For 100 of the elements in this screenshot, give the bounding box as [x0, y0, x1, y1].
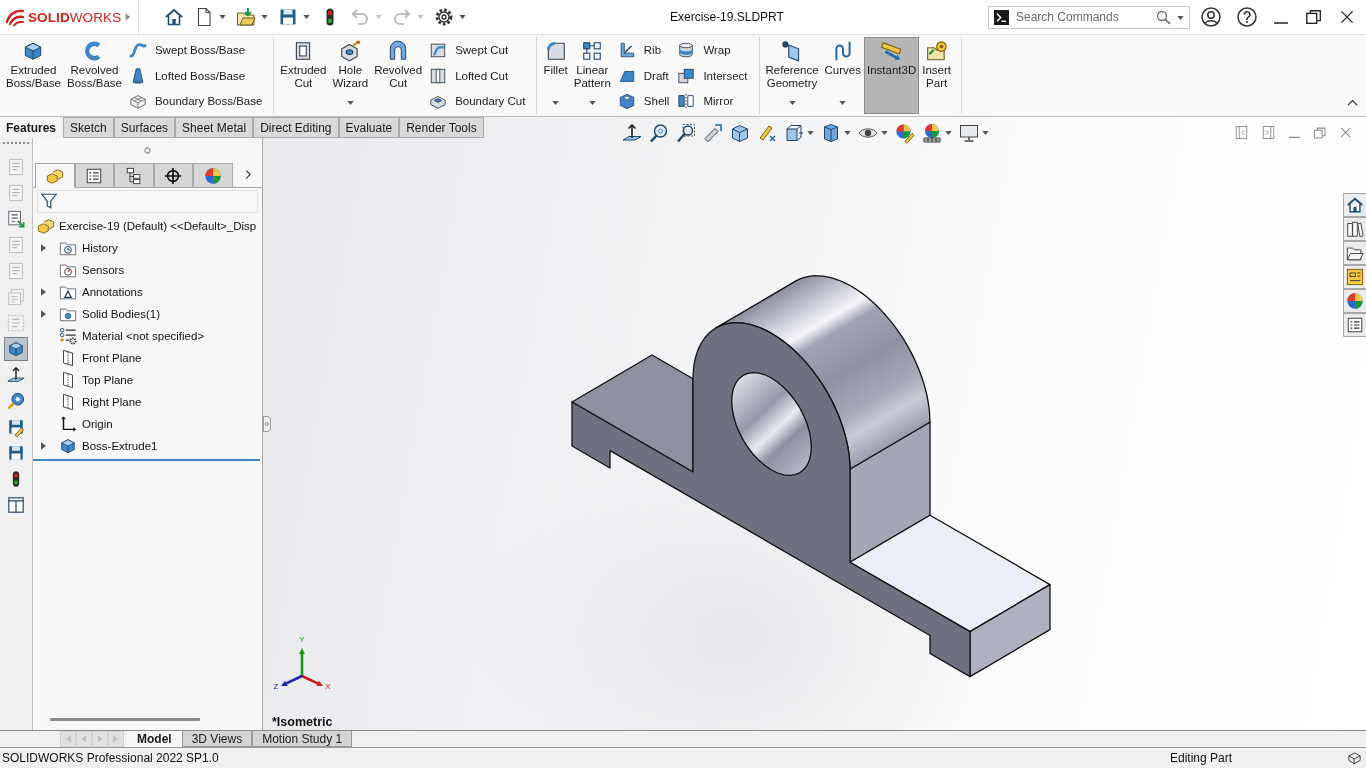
- panel-tab[interactable]: [153, 163, 193, 188]
- floppy-icon[interactable]: [278, 7, 298, 27]
- command-button[interactable]: Swept Cut: [425, 37, 530, 63]
- command-button[interactable]: Lofted Cut: [425, 62, 530, 89]
- tree-item[interactable]: Material <not specified>: [82, 330, 205, 342]
- shaded-box-icon[interactable]: [821, 123, 841, 143]
- sliced-box-icon[interactable]: [730, 123, 750, 143]
- chevron-right-icon[interactable]: [243, 168, 254, 181]
- tree-item[interactable]: Annotations: [82, 286, 143, 298]
- command-tab[interactable]: Surfaces: [113, 117, 176, 138]
- caret-icon[interactable]: [982, 131, 989, 135]
- expand-arrow-icon[interactable]: [41, 310, 46, 318]
- caret-icon[interactable]: [219, 15, 226, 19]
- help-icon[interactable]: [1237, 7, 1257, 27]
- command-button[interactable]: Revolved Cut: [371, 37, 426, 114]
- caret-icon[interactable]: [881, 131, 888, 135]
- command-button[interactable]: Extruded Boss/Base: [3, 37, 64, 114]
- arrow-on-plane-icon[interactable]: [622, 123, 642, 143]
- caret-icon[interactable]: [945, 131, 952, 135]
- color-ball-grid-icon[interactable]: [922, 123, 942, 143]
- grip-dot-icon[interactable]: [144, 146, 151, 154]
- caret-icon[interactable]: [459, 15, 466, 19]
- command-button[interactable]: Instant3D: [864, 37, 920, 114]
- command-button[interactable]: Reference Geometry: [762, 37, 822, 114]
- books-icon[interactable]: [1343, 217, 1366, 241]
- command-tab[interactable]: Render Tools: [399, 117, 484, 138]
- command-button[interactable]: Intersect: [673, 62, 752, 89]
- tile-right-icon[interactable]: [1261, 125, 1276, 140]
- caret-icon[interactable]: [807, 131, 814, 135]
- caret-icon[interactable]: [588, 101, 596, 105]
- caret-icon[interactable]: [552, 101, 560, 105]
- close-icon[interactable]: [1339, 9, 1355, 25]
- tile-left-icon[interactable]: [1234, 125, 1249, 140]
- command-button[interactable]: Linear Pattern: [570, 37, 614, 114]
- tree-item[interactable]: Top Plane: [82, 374, 134, 386]
- command-button[interactable]: Revolved Boss/Base: [63, 37, 125, 114]
- part-model[interactable]: [571, 275, 1051, 678]
- filter-field[interactable]: [37, 190, 258, 213]
- command-tab[interactable]: Direct Editing: [253, 117, 339, 138]
- command-button[interactable]: Draft: [613, 62, 674, 89]
- command-button[interactable]: Curves: [821, 37, 864, 114]
- monitor-icon[interactable]: [959, 123, 979, 143]
- search-icon[interactable]: [1156, 9, 1171, 25]
- search-field[interactable]: Search Commands: [988, 5, 1190, 29]
- command-button[interactable]: Rib: [613, 37, 674, 63]
- caret-icon[interactable]: [261, 15, 268, 19]
- house-icon[interactable]: [164, 7, 184, 27]
- panel-tab[interactable]: [114, 163, 154, 188]
- tree-item[interactable]: Boss-Extrude1: [82, 440, 158, 452]
- command-button[interactable]: Fillet: [540, 37, 571, 114]
- command-button[interactable]: Shell: [613, 88, 674, 114]
- expand-arrow-icon[interactable]: [41, 288, 46, 296]
- tree-item[interactable]: Front Plane: [82, 352, 142, 364]
- caret-icon[interactable]: [303, 15, 310, 19]
- command-tab[interactable]: Sheet Metal: [175, 117, 254, 138]
- caret-icon[interactable]: [346, 101, 354, 105]
- user-icon[interactable]: [1201, 7, 1221, 27]
- command-tab[interactable]: Features: [0, 117, 64, 138]
- scrollbar-thumb[interactable]: [50, 718, 200, 721]
- command-tab[interactable]: Evaluate: [338, 117, 400, 138]
- command-button[interactable]: Hole Wizard: [329, 37, 372, 114]
- caret-icon[interactable]: [1177, 15, 1184, 20]
- expand-arrow-icon[interactable]: [41, 442, 46, 450]
- view-cube-icon[interactable]: [784, 123, 804, 143]
- color-ball-pencil-icon[interactable]: [895, 123, 915, 143]
- house-icon[interactable]: [1343, 193, 1366, 217]
- command-tab[interactable]: Sketch: [63, 117, 114, 138]
- command-button[interactable]: Wrap: [673, 37, 752, 63]
- command-button[interactable]: Boundary Cut: [425, 88, 530, 114]
- tree-item[interactable]: History: [82, 242, 118, 254]
- gear-icon[interactable]: [434, 7, 454, 27]
- magnifier-icon[interactable]: [649, 123, 669, 143]
- caret-icon[interactable]: [844, 131, 851, 135]
- caret-icon[interactable]: [788, 101, 796, 105]
- board-icon[interactable]: [1343, 265, 1366, 289]
- pencil-arrow-icon[interactable]: [703, 123, 723, 143]
- cube-icon[interactable]: [4, 337, 28, 361]
- caret-icon[interactable]: [839, 101, 847, 105]
- property-list-icon[interactable]: [1343, 313, 1366, 337]
- command-button[interactable]: Mirror: [673, 88, 752, 114]
- open-folder-icon[interactable]: [1343, 241, 1366, 265]
- tree-item[interactable]: Origin: [82, 418, 113, 430]
- pencil-sparkle-icon[interactable]: [757, 123, 777, 143]
- tree-item[interactable]: Sensors: [82, 264, 125, 276]
- command-button[interactable]: Extruded Cut: [277, 37, 330, 114]
- magnifier-frame-icon[interactable]: [676, 123, 696, 143]
- expand-arrow-icon[interactable]: [41, 244, 46, 252]
- document-tab[interactable]: 3D Views: [181, 731, 253, 747]
- command-button[interactable]: Boundary Boss/Base: [124, 88, 267, 114]
- command-button[interactable]: Insert Part: [919, 37, 954, 114]
- panel-tab[interactable]: [74, 163, 114, 188]
- document-tab[interactable]: Motion Study 1: [252, 731, 353, 747]
- restore-icon[interactable]: [1305, 8, 1323, 26]
- box-outline-icon[interactable]: [1347, 750, 1362, 766]
- command-button[interactable]: Lofted Boss/Base: [124, 62, 267, 89]
- document-tab[interactable]: Model: [127, 731, 182, 747]
- color-wheel-icon[interactable]: [1343, 289, 1366, 313]
- tree-item[interactable]: Solid Bodies(1): [82, 308, 160, 320]
- tree-item[interactable]: Right Plane: [82, 396, 142, 408]
- tree-item[interactable]: Exercise-19 (Default) <<Default>_Disp: [59, 220, 257, 232]
